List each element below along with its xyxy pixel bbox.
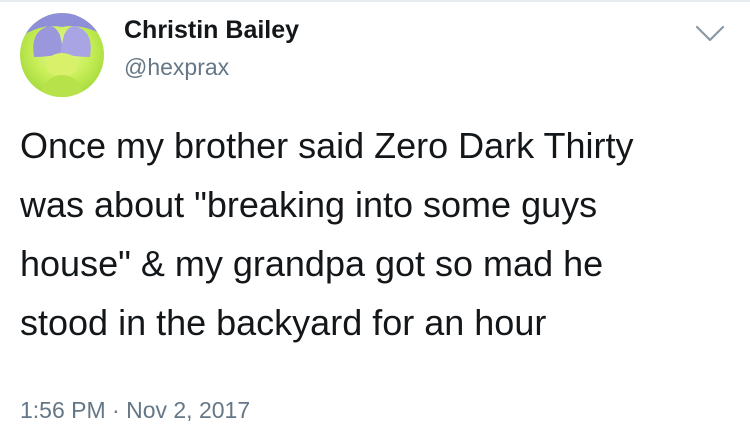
tweet-text-line: stood in the backyard for an hour [20,302,547,343]
divider [0,0,750,2]
tweet-author[interactable]: Christin Bailey @hexprax [124,14,299,82]
tweet-card: Christin Bailey @hexprax Once my brother… [0,0,750,447]
chevron-down-icon [695,25,725,42]
tweet-timestamp[interactable]: 1:56 PM · Nov 2, 2017 [20,395,250,425]
tweet-text-line: Once my brother said Zero Dark Thirty [20,125,634,166]
display-name[interactable]: Christin Bailey [124,14,299,46]
tweet-text: Once my brother said Zero Dark Thirty wa… [20,116,732,352]
avatar-photo-icon [20,13,104,97]
tweet-menu-button[interactable] [694,20,726,48]
username-handle[interactable]: @hexprax [124,52,299,82]
tweet-text-line: house" & my grandpa got so mad he [20,243,604,284]
tweet-text-line: was about "breaking into some guys [20,184,598,225]
avatar[interactable] [20,13,104,97]
